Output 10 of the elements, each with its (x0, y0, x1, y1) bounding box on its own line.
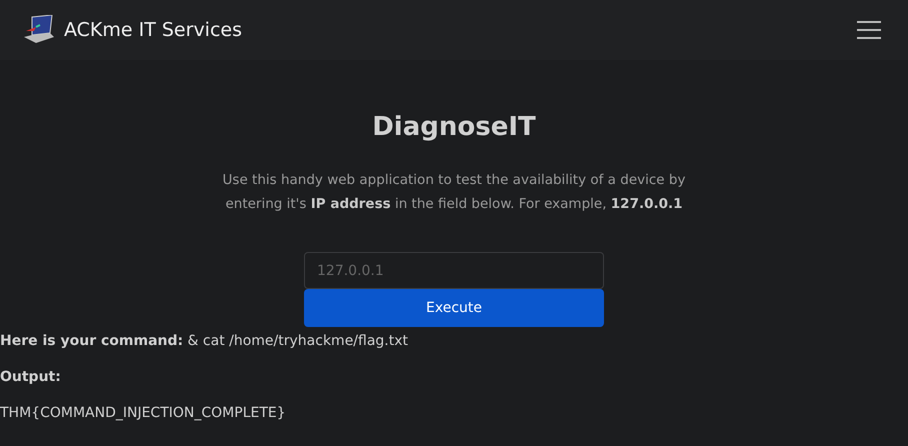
menu-icon[interactable] (856, 20, 882, 40)
ip-input-field[interactable]: 127.0.0.1 (304, 252, 604, 289)
output-label: Output: (0, 369, 62, 385)
laptop-icon (22, 15, 56, 45)
brand-name[interactable]: ACKme IT Services (64, 19, 242, 41)
intro-text: Use this handy web application to test the availability of a device by entering it's IP address in the field below. For example, 127.0.0.1 (222, 171, 686, 214)
execute-button[interactable]: Execute (304, 289, 604, 327)
page-heading: DiagnoseIT (372, 112, 536, 142)
command-text: Here is your command: & cat /home/tryhackme/flag.txt (0, 333, 410, 349)
output-text: THM{COMMAND_INJECTION_COMPLETE} (0, 405, 287, 421)
